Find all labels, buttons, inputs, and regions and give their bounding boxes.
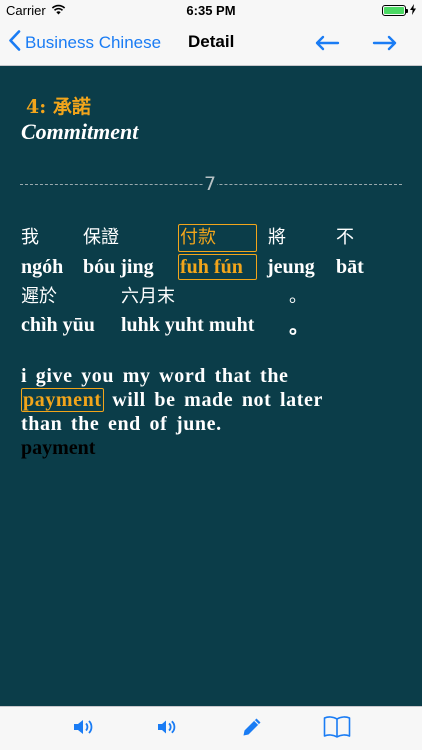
charging-icon — [410, 3, 416, 18]
translation-line: i give you my word that the — [21, 365, 289, 387]
sentence-pinyin: luhk yuht muht — [121, 314, 255, 336]
page-title: Detail — [188, 32, 235, 51]
status-bar: Carrier 6:35 PM — [0, 0, 422, 20]
speaker-slow-icon — [157, 719, 177, 740]
back-button-label: Business Chinese — [25, 33, 162, 52]
arrow-left-icon — [314, 35, 340, 58]
battery-icon — [382, 4, 408, 16]
selected-word: payment — [21, 437, 96, 459]
book-icon — [323, 715, 351, 744]
pencil-icon — [241, 716, 263, 743]
navigation-bar: Business Chinese Detail — [0, 20, 422, 66]
sentence-pinyin-highlighted: fuh fún — [180, 256, 243, 278]
sentence-char[interactable]: 我 — [21, 227, 39, 249]
sentence-char-highlighted[interactable]: 付款 — [180, 227, 216, 249]
sentence-char[interactable]: 遲於 — [21, 286, 57, 308]
dictionary-button[interactable] — [322, 715, 352, 744]
edit-button[interactable] — [240, 717, 264, 741]
carrier-label: Carrier — [6, 2, 46, 18]
sentence-number: 7 — [203, 173, 218, 195]
play-audio-button[interactable] — [72, 717, 96, 741]
sentence-char[interactable]: 不 — [336, 227, 354, 249]
translation-highlight-word[interactable]: payment — [21, 388, 104, 412]
translation-line-rest: will be made not later — [112, 389, 323, 411]
next-button[interactable] — [372, 32, 398, 54]
sentence-pinyin: bóu jing — [83, 256, 154, 278]
sentence-char[interactable]: 保證 — [83, 227, 119, 249]
sentence-pinyin: chìh yūu — [21, 314, 95, 336]
speaker-icon — [73, 718, 95, 741]
previous-button[interactable] — [314, 32, 340, 54]
translation-line: payment will be made not later — [21, 388, 323, 412]
sentence-char[interactable]: 將 — [268, 227, 286, 249]
sentence-char[interactable]: 六月末 — [121, 286, 175, 308]
sentence-pinyin: jeung — [267, 256, 315, 278]
arrow-right-icon — [372, 35, 398, 58]
bottom-toolbar — [0, 706, 422, 750]
status-time: 6:35 PM — [186, 2, 236, 18]
chevron-left-icon — [8, 30, 25, 56]
lesson-subtitle: Commitment — [21, 119, 139, 144]
detail-content: 4: 承諾 Commitment 7 我 ngóh 保證 bóu jing 付款… — [0, 66, 422, 706]
translation-line: than the end of june. — [21, 413, 222, 435]
sentence-pinyin: bāt — [336, 256, 364, 278]
sentence-pinyin: 。 — [289, 316, 309, 338]
lesson-title: 4: 承諾 — [26, 96, 91, 118]
wifi-icon — [51, 3, 66, 18]
sentence-char: 。 — [289, 286, 307, 307]
play-slow-audio-button[interactable] — [156, 717, 178, 741]
sentence-pinyin: ngóh — [21, 256, 64, 278]
back-button[interactable]: Business Chinese — [8, 28, 161, 58]
